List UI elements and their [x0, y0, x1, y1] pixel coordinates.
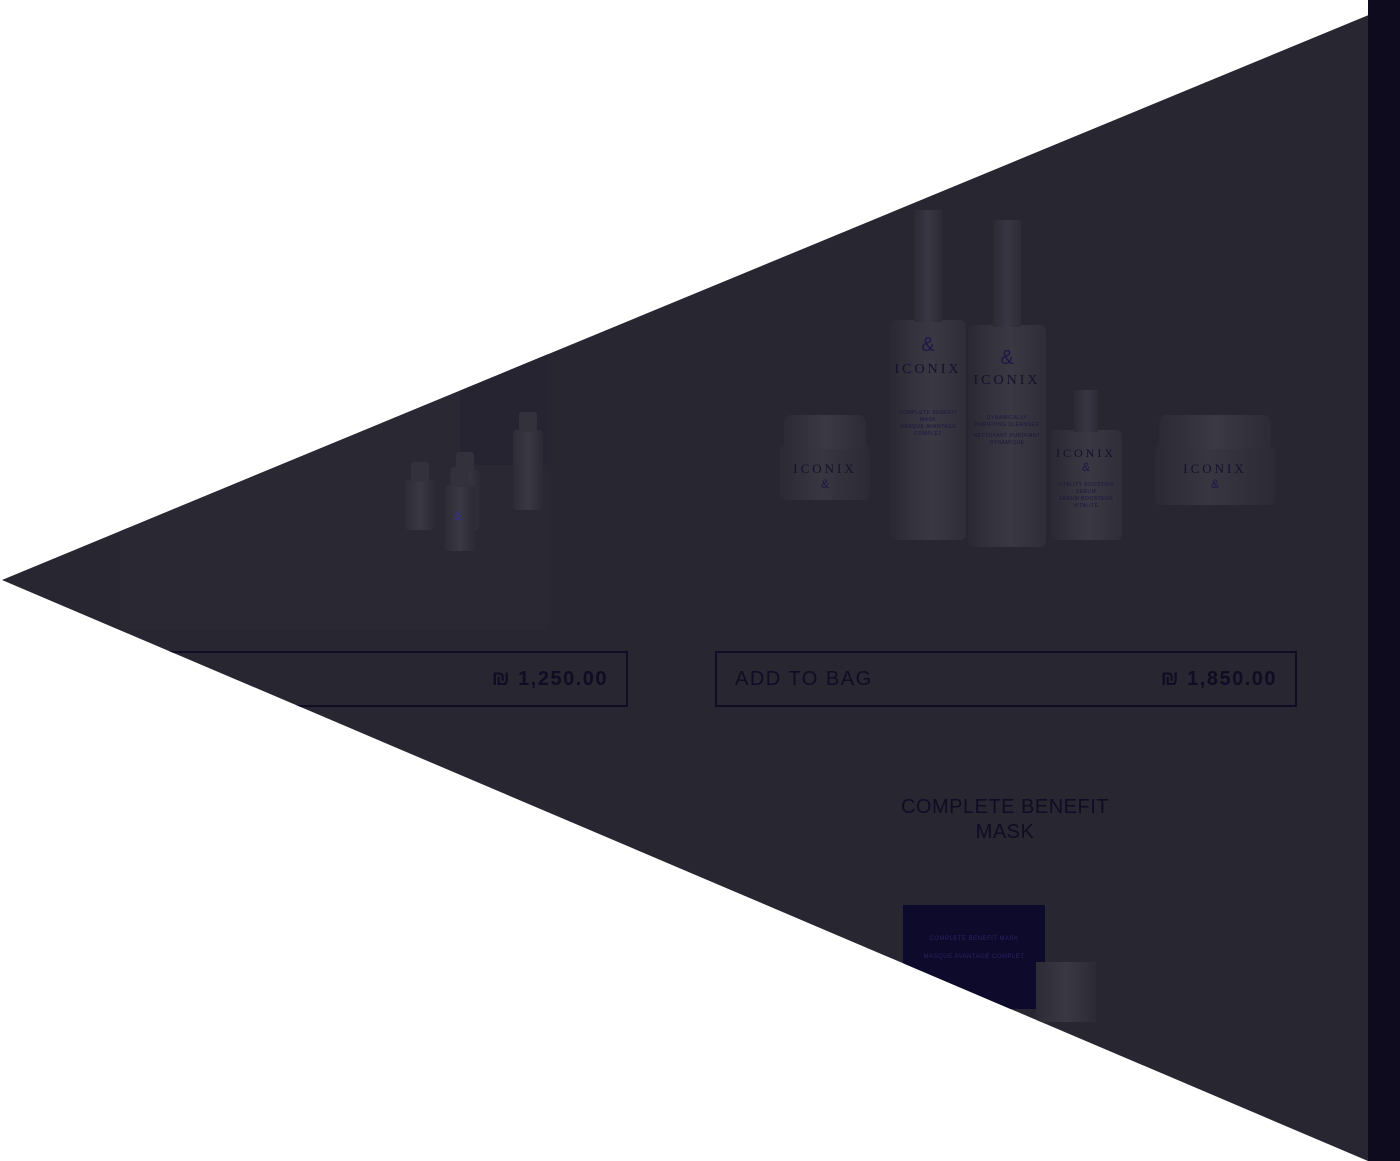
brand-logo-icon: & [454, 509, 463, 523]
left-product-price: ₪ 1,250.00 [491, 668, 608, 690]
bottle-label-line-2: MASQUE AVANTAGE COMPLET [899, 424, 957, 437]
package-label-line-1: COMPLETE BENEFIT MASK [929, 936, 1019, 942]
product-bottle-serum: ICONIX & VITALITY BOOSTING SERUM SÉRUM B… [1050, 390, 1122, 540]
product-bottle-mask: & ICONIX COMPLETE BENEFIT MASK MASQUE AV… [890, 210, 966, 540]
dark-overlay-panel: & ICONIX & & ICONIX COMPLETE BENEFIT MAS… [2, 2, 1400, 1161]
page-stage: & ICONIX & & ICONIX COMPLETE BENEFIT MAS… [0, 0, 1400, 1161]
product-bottle [513, 412, 543, 510]
right-product-image[interactable]: ICONIX & & ICONIX COMPLETE BENEFIT MASK … [700, 200, 1320, 570]
bottle-label-line-1: DYNAMICALLY PURIFYING CLEANSER [974, 415, 1040, 428]
package-label-line-2: MASQUE AVANTAGE COMPLET [923, 954, 1025, 960]
bottle-label-line-2: NETTOYANT PURIFIANT DYNAMIQUE [973, 433, 1041, 446]
add-to-bag-label: ADD TO BAG [735, 668, 873, 690]
brand-label: ICONIX [1183, 461, 1247, 476]
product-bottle: & [445, 467, 475, 551]
brand-logo-icon: & [921, 334, 935, 356]
scrollbar[interactable] [1368, 0, 1400, 1161]
right-product-price: ₪ 1,850.00 [1160, 668, 1277, 690]
left-add-to-bag-button[interactable]: ₪ 1,250.00 [120, 651, 628, 707]
product-jar: ICONIX & [780, 415, 870, 500]
brand-logo-icon: & [1210, 477, 1219, 491]
right-add-to-bag-button[interactable]: ADD TO BAG ₪ 1,850.00 [715, 651, 1297, 707]
brand-logo-icon: & [1000, 347, 1014, 369]
product-jar: ICONIX & [1155, 415, 1275, 505]
mask-tube-image [1036, 962, 1096, 1022]
product-bottle-cleanser: & ICONIX DYNAMICALLY PURIFYING CLEANSER … [968, 220, 1046, 547]
left-product-image[interactable]: & [120, 330, 548, 630]
brand-label: ICONIX [1056, 446, 1116, 460]
mask-product-image[interactable]: COMPLETE BENEFIT MASK MASQUE AVANTAGE CO… [903, 905, 1045, 1009]
bottle-label-line-2: SÉRUM BOOSTEUR VITALITÉ [1058, 496, 1114, 509]
product-bottle [405, 462, 435, 530]
bottle-label-line-1: COMPLETE BENEFIT MASK [898, 410, 957, 423]
brand-label: ICONIX [973, 373, 1041, 388]
brand-logo-icon: & [1081, 460, 1090, 474]
product-title[interactable]: COMPLETE BENEFIT MASK [880, 795, 1130, 845]
bottle-label-line-1: VITALITY BOOSTING SERUM [1057, 482, 1115, 495]
brand-label: ICONIX [793, 461, 857, 476]
brand-label: ICONIX [894, 362, 962, 377]
brand-logo-icon: & [820, 477, 829, 491]
